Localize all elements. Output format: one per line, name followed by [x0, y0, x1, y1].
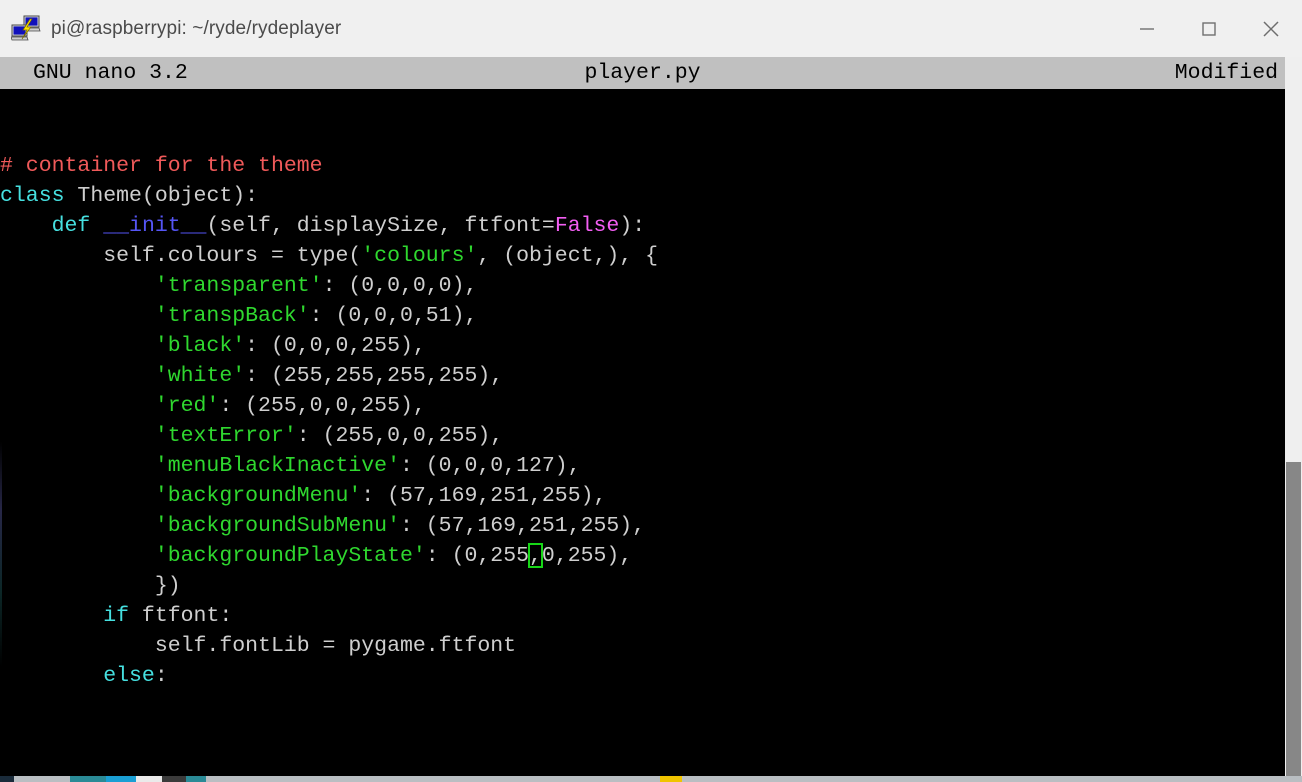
desktop-taskbar [0, 776, 1302, 782]
taskbar-item-3[interactable] [106, 776, 136, 782]
code-token: 'menuBlackInactive' [154, 454, 400, 478]
minimize-button[interactable] [1116, 0, 1178, 57]
code-token: # container for the theme [0, 154, 323, 178]
code-line: 'backgroundPlayState': (0,255,0,255), [0, 541, 658, 571]
maximize-button[interactable] [1178, 0, 1240, 57]
code-token: ftfont: [129, 604, 233, 628]
code-token: False [554, 214, 620, 238]
vertical-scrollbar-track[interactable] [1285, 57, 1302, 782]
code-token: : (255,255,255,255), [245, 364, 504, 388]
code-line: class Theme(object): [0, 181, 658, 211]
code-token: __init__ [103, 214, 207, 238]
nano-modified-status: Modified [1174, 61, 1278, 85]
window-title: pi@raspberrypi: ~/ryde/rydeplayer [51, 17, 342, 39]
code-token: ): [619, 214, 646, 238]
code-token: (self, displaySize, ftfont= [206, 214, 555, 238]
code-line: self.colours = type('colours', (object,)… [0, 241, 658, 271]
code-token: : (57,169,251,255), [361, 484, 607, 508]
code-token: , (object,), { [477, 244, 659, 268]
code-line: 'white': (255,255,255,255), [0, 361, 658, 391]
code-token: : (255,0,0,255), [296, 424, 504, 448]
putty-icon [10, 15, 41, 43]
code-line: 'textError': (255,0,0,255), [0, 421, 658, 451]
code-token: self.fontLib = pygame.ftfont [0, 634, 517, 658]
code-line: 'transpBack': (0,0,0,51), [0, 301, 658, 331]
code-line: 'transparent': (0,0,0,0), [0, 271, 658, 301]
code-line: def __init__(self, displaySize, ftfont=F… [0, 211, 658, 241]
code-token: }) [0, 574, 181, 598]
taskbar-item-1[interactable] [0, 776, 14, 782]
code-token: : (0,0,0,255), [245, 334, 426, 358]
code-token: 'backgroundMenu' [154, 484, 362, 508]
code-line: }) [0, 571, 658, 601]
taskbar-item-2[interactable] [70, 776, 106, 782]
code-token: : (0,0,0,127), [399, 454, 581, 478]
code-token: self.colours = type( [0, 244, 362, 268]
code-line: self.fontLib = pygame.ftfont [0, 631, 658, 661]
code-token: else [103, 664, 155, 688]
code-line: 'backgroundSubMenu': (57,169,251,255), [0, 511, 658, 541]
code-token: if [103, 604, 130, 628]
code-token: : (255,0,0,255), [219, 394, 426, 418]
code-token: 'colours' [361, 244, 478, 268]
code-line: else: [0, 661, 658, 691]
code-token: 'transparent' [154, 274, 323, 298]
code-token: : (0,255 [425, 544, 529, 568]
putty-terminal-window: pi@raspberrypi: ~/ryde/rydeplayer GNU na… [0, 0, 1302, 782]
code-token: 0,255), [541, 544, 633, 568]
text-cursor: , [528, 541, 543, 571]
code-token: 'transpBack' [154, 304, 310, 328]
code-line: 'backgroundMenu': (57,169,251,255), [0, 481, 658, 511]
window-titlebar: pi@raspberrypi: ~/ryde/rydeplayer [0, 0, 1302, 57]
code-token: : (0,0,0,51), [309, 304, 478, 328]
code-token: 'white' [154, 364, 246, 388]
nano-shortcut-bar: ^G Get Help ^O Write Out ^W Where Is ^K … [0, 716, 1285, 782]
code-token: 'textError' [154, 424, 297, 448]
code-editor-area[interactable]: # container for the theme class Theme(obj… [0, 89, 658, 691]
code-line: 'menuBlackInactive': (0,0,0,127), [0, 451, 658, 481]
code-token: 'backgroundPlayState' [154, 544, 426, 568]
close-button[interactable] [1240, 0, 1302, 57]
code-token: 'black' [154, 334, 246, 358]
nano-filename: player.py [584, 61, 701, 85]
taskbar-item-6[interactable] [186, 776, 206, 782]
minimize-icon [1140, 27, 1154, 30]
code-token: : (0,0,0,0), [322, 274, 478, 298]
vertical-scrollbar-thumb[interactable] [1286, 462, 1301, 782]
close-icon [1263, 20, 1279, 37]
taskbar-item-5[interactable] [162, 776, 186, 782]
maximize-icon [1202, 21, 1216, 36]
terminal-body[interactable]: # container for the theme class Theme(obj… [0, 89, 1285, 716]
code-token: : (57,169,251,255), [399, 514, 646, 538]
code-token: class [0, 184, 65, 208]
code-token: Theme(object): [64, 184, 259, 208]
code-token: 'red' [154, 394, 220, 418]
code-token: 'backgroundSubMenu' [154, 514, 400, 538]
code-token: def [51, 214, 91, 238]
code-token: : [154, 664, 168, 688]
code-line: if ftfont: [0, 601, 658, 631]
code-line: 'red': (255,0,0,255), [0, 391, 658, 421]
taskbar-item-7[interactable] [660, 776, 682, 782]
nano-header-bar: GNU nano 3.2 player.py Modified [0, 57, 1285, 89]
code-line: 'black': (0,0,0,255), [0, 331, 658, 361]
code-line: # container for the theme [0, 151, 658, 181]
taskbar-item-4[interactable] [136, 776, 162, 782]
